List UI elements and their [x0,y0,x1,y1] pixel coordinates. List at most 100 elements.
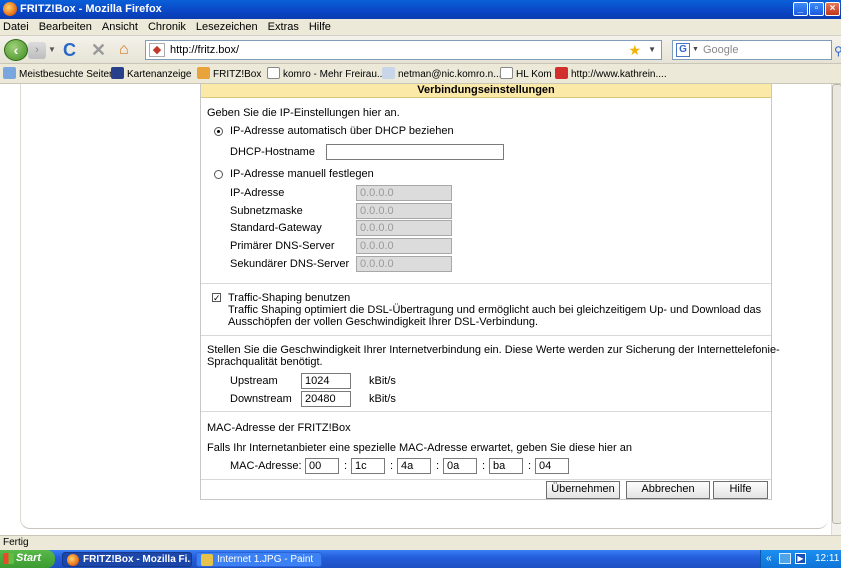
mac-separator: : [528,460,532,472]
menu-bar: Datei Bearbeiten Ansicht Chronik Lesezeichen… [0,19,841,36]
media-play-icon[interactable]: ▶ [795,553,806,564]
mac-separator: : [482,460,486,472]
window-titlebar: FRITZ!Box - Mozilla Firefox _ ▫ × [0,0,841,19]
menu-ansicht[interactable]: Ansicht [97,19,143,33]
traffic-shaping-desc-1: Traffic Shaping optimiert die DSL-Übertr… [228,304,762,316]
paint-icon [201,554,213,566]
cancel-button[interactable]: Abbrechen [626,481,710,499]
url-text[interactable]: http://fritz.box/ [170,44,239,56]
minimize-button[interactable]: _ [793,2,808,16]
bookmark-komro[interactable]: komro - Mehr Freirau... [267,67,385,80]
speed-desc-1: Stellen Sie die Geschwindigkeit Ihrer In… [207,344,780,356]
history-dropdown-icon[interactable]: ▼ [48,45,56,54]
forward-arrow-icon[interactable]: › [28,42,46,59]
primary-dns-input[interactable] [356,238,452,254]
windows-taskbar: Start FRITZ!Box - Mozilla Fi... Internet… [0,550,841,568]
stop-icon[interactable]: ✕ [91,40,111,60]
dhcp-radio-label: IP-Adresse automatisch über DHCP beziehe… [230,125,454,137]
bookmark-hlkom[interactable]: HL Kom [500,67,552,80]
close-button[interactable]: × [825,2,840,16]
vertical-scrollbar[interactable] [831,84,841,535]
mac-address-section: MAC-Adresse der FRITZ!Box Falls Ihr Inte… [201,412,771,480]
kathrein-icon [555,67,568,79]
ip-address-input[interactable] [356,185,452,201]
map-icon [111,67,124,79]
tray-chevron-icon[interactable]: « [766,550,772,567]
mac-part-3-input[interactable] [397,458,431,474]
upstream-unit: kBit/s [369,375,396,387]
apply-button[interactable]: Übernehmen [546,481,620,499]
mac-separator: : [390,460,394,472]
bookmark-fritzbox[interactable]: FRITZ!Box [197,67,261,80]
maximize-button[interactable]: ▫ [809,2,824,16]
mac-label: MAC-Adresse: [230,460,302,472]
bookmark-star-icon[interactable]: ★ [628,42,641,59]
speed-section: Stellen Sie die Geschwindigkeit Ihrer In… [201,336,780,412]
bookmark-meistbesuchte[interactable]: Meistbesuchte Seiten [3,67,115,80]
fritzbox-icon [197,67,210,79]
windows-flag-icon [3,553,14,564]
secondary-dns-label: Sekundärer DNS-Server [230,258,350,270]
web-icon [382,67,395,79]
upstream-input[interactable] [301,373,351,389]
menu-hilfe[interactable]: Hilfe [304,19,336,33]
dhcp-hostname-input[interactable] [326,144,504,160]
reload-icon[interactable]: C [63,40,83,60]
dhcp-hostname-label: DHCP-Hostname [230,146,315,158]
gateway-input[interactable] [356,220,452,236]
speed-desc-2: Sprachqualität benötigt. [207,356,323,368]
google-engine-icon[interactable]: G [676,43,690,57]
search-bar[interactable]: G ▼ Google [672,40,832,60]
bookmark-netman[interactable]: netman@nic.komro.n... [382,67,502,80]
manual-ip-radio-label: IP-Adresse manuell festlegen [230,168,374,180]
engine-dropdown-icon[interactable]: ▼ [692,46,699,53]
home-icon[interactable]: ⌂ [119,41,139,59]
traffic-shaping-checkbox[interactable]: ✓ [212,293,221,303]
start-button[interactable]: Start [0,550,55,568]
url-bar[interactable]: ◆ http://fritz.box/ ★ ▼ [145,40,662,60]
status-bar: Fertig [0,535,841,550]
taskbar-paint[interactable]: Internet 1.JPG - Paint [196,552,322,567]
scrollbar-thumb[interactable] [832,84,841,524]
menu-lesezeichen[interactable]: Lesezeichen [191,19,263,33]
manual-ip-radio[interactable] [214,170,223,179]
clock: 12:11 [815,553,840,564]
secondary-dns-input[interactable] [356,256,452,272]
subnet-mask-label: Subnetzmaske [230,205,303,217]
button-row: Übernehmen Abbrechen Hilfe [201,480,771,502]
bookmark-kartenanzeige[interactable]: Kartenanzeige [111,67,192,80]
mac-desc: Falls Ihr Internetanbieter eine speziell… [207,442,632,454]
mac-part-2-input[interactable] [351,458,385,474]
back-arrow-icon[interactable]: ‹ [4,39,28,61]
search-placeholder[interactable]: Google [703,44,738,56]
taskbar-firefox[interactable]: FRITZ!Box - Mozilla Fi... [62,552,192,567]
network-icon[interactable] [779,553,791,564]
menu-bearbeiten[interactable]: Bearbeiten [34,19,97,33]
search-magnifier-icon[interactable]: ⚲ [834,44,841,58]
system-tray: « ▶ 12:11 [760,550,841,568]
help-button[interactable]: Hilfe [713,481,768,499]
status-text: Fertig [3,537,29,548]
start-label: Start [16,552,42,564]
ip-address-label: IP-Adresse [230,187,285,199]
menu-extras[interactable]: Extras [263,19,304,33]
taskbar-firefox-label: FRITZ!Box - Mozilla Fi... [83,554,192,565]
dhcp-radio[interactable] [214,127,223,136]
menu-chronik[interactable]: Chronik [143,19,191,33]
upstream-label: Upstream [230,375,278,387]
firefox-icon [67,554,79,566]
connection-settings-panel: Verbindungseinstellungen Geben Sie die I… [200,84,780,502]
mac-part-4-input[interactable] [443,458,477,474]
mac-part-1-input[interactable] [305,458,339,474]
url-dropdown-icon[interactable]: ▼ [648,45,656,54]
primary-dns-label: Primärer DNS-Server [230,240,335,252]
bookmark-kathrein[interactable]: http://www.kathrein.... [555,67,667,80]
mac-part-6-input[interactable] [535,458,569,474]
window-title: FRITZ!Box - Mozilla Firefox [20,3,162,15]
subnet-mask-input[interactable] [356,203,452,219]
document-icon [3,67,16,79]
downstream-input[interactable] [301,391,351,407]
menu-datei[interactable]: Datei [0,19,34,33]
traffic-shaping-section: ✓ Traffic-Shaping benutzen Traffic Shapi… [201,284,771,336]
mac-part-5-input[interactable] [489,458,523,474]
